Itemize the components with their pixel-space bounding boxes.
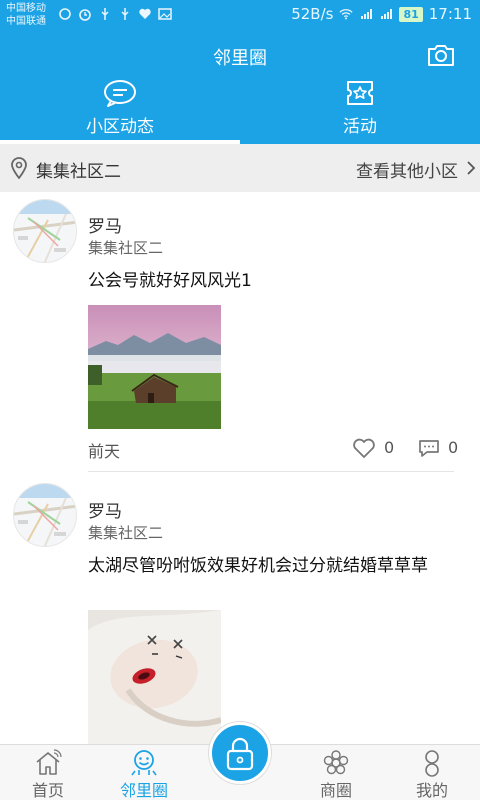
clock: 17:11 xyxy=(428,5,472,23)
author-community: 集集社区二 xyxy=(88,239,164,257)
map-thumbnail-image xyxy=(14,200,76,262)
unlock-button[interactable] xyxy=(209,722,271,784)
community-bar: 集集社区二 查看其他小区 xyxy=(0,144,480,192)
alarm-icon xyxy=(79,9,91,21)
nav-business-circle-label: 商圈 xyxy=(319,781,352,800)
post-card[interactable]: 罗马 集集社区二 太湖尽管吩咐饭效果好机会过分就结婚草草草 xyxy=(0,473,480,744)
health-icon xyxy=(139,8,151,19)
tab-community-news-label: 小区动态 xyxy=(86,117,154,137)
post-time: 前天 xyxy=(88,442,121,461)
app-header: 邻里圈 小区动态 活动 xyxy=(0,32,480,144)
neighbor-circle-icon xyxy=(131,750,157,776)
nav-mine[interactable]: 我的 xyxy=(384,745,480,800)
person-icon xyxy=(425,750,439,777)
author-name[interactable]: 罗马 xyxy=(88,497,122,522)
post-divider xyxy=(88,471,454,472)
post-card[interactable]: 罗马 集集社区二 公会号就好好风风光1 前天 0 0 xyxy=(0,192,480,472)
home-icon xyxy=(36,749,62,775)
view-other-communities-link[interactable]: 查看其他小区 xyxy=(356,157,458,182)
notification-icons xyxy=(58,7,172,21)
avatar[interactable] xyxy=(13,199,77,263)
status-right: 52B/s 81 17:11 xyxy=(291,5,472,23)
tab-activities[interactable]: 活动 xyxy=(240,74,480,144)
usb-icon xyxy=(101,8,109,20)
tab-activities-label: 活动 xyxy=(343,117,377,137)
heart-icon[interactable] xyxy=(352,437,376,459)
carrier-2: 中国联通 xyxy=(6,16,46,27)
nav-business-circle[interactable]: 商圈 xyxy=(288,745,384,800)
nav-neighbor-circle[interactable]: 邻里圈 xyxy=(96,745,192,800)
carrier-1: 中国移动 xyxy=(6,3,46,14)
nav-home[interactable]: 首页 xyxy=(0,745,96,800)
flower-shop-icon xyxy=(323,750,349,775)
location-pin-icon xyxy=(11,157,27,179)
landscape-photo xyxy=(88,305,221,429)
author-name[interactable]: 罗马 xyxy=(88,212,122,237)
post-image[interactable] xyxy=(88,305,221,429)
page-title: 邻里圈 xyxy=(213,48,267,69)
status-bar: 中国移动 中国联通 52B/s 81 17:11 xyxy=(0,0,480,32)
tab-community-news[interactable]: 小区动态 xyxy=(0,74,240,144)
usb-icon-2 xyxy=(121,8,129,20)
net-speed: 52B/s xyxy=(291,5,334,23)
post-image[interactable] xyxy=(88,610,221,744)
post-text: 公会号就好好风风光1 xyxy=(88,271,252,291)
author-community: 集集社区二 xyxy=(88,524,164,542)
carrier-labels: 中国移动 中国联通 xyxy=(6,2,46,28)
nav-neighbor-circle-label: 邻里圈 xyxy=(119,781,168,800)
avatar[interactable] xyxy=(13,483,77,547)
nav-mine-label: 我的 xyxy=(415,781,448,800)
like-count: 0 xyxy=(384,438,395,457)
portrait-photo xyxy=(88,610,221,744)
nav-home-label: 首页 xyxy=(31,781,64,800)
battery-indicator: 81 xyxy=(399,6,423,22)
signal-icon xyxy=(361,9,373,19)
wifi-icon xyxy=(339,9,354,20)
chat-bubble-icon xyxy=(104,80,136,107)
map-thumbnail-image xyxy=(14,484,76,546)
star-ticket-icon xyxy=(347,81,373,105)
image-icon xyxy=(158,8,172,20)
chevron-right-icon[interactable] xyxy=(466,160,476,176)
camera-icon[interactable] xyxy=(426,42,456,68)
current-community: 集集社区二 xyxy=(36,162,121,182)
post-text: 太湖尽管吩咐饭效果好机会过分就结婚草草草 xyxy=(88,556,428,576)
lock-icon xyxy=(226,737,254,771)
comment-icon[interactable] xyxy=(418,438,440,458)
sync-icon xyxy=(59,8,71,20)
comment-count: 0 xyxy=(448,438,459,457)
signal-icon-2 xyxy=(381,9,393,19)
